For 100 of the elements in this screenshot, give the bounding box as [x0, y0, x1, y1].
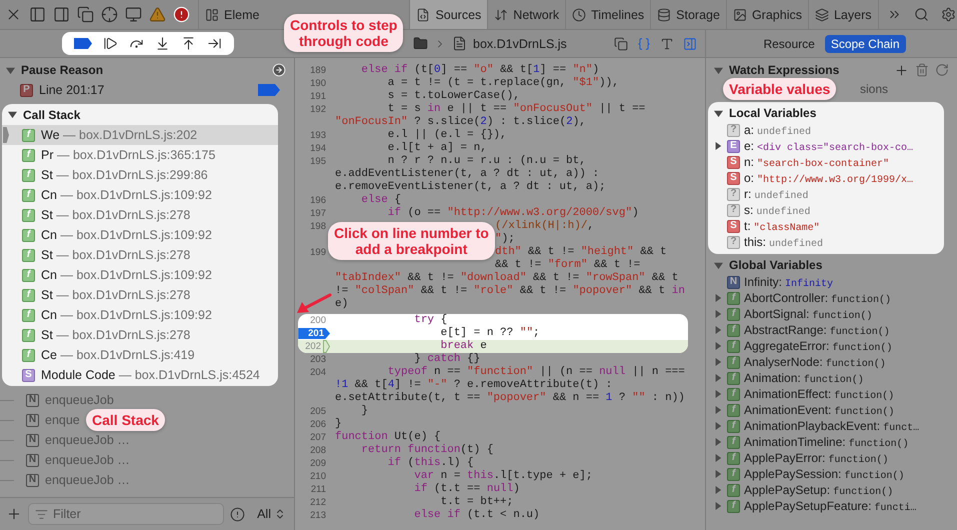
line-number[interactable]: 213: [310, 510, 326, 521]
error-icon[interactable]: [173, 6, 190, 23]
line-number[interactable]: 205: [310, 406, 326, 417]
variable-entry[interactable]: Animation: function(): [744, 370, 864, 386]
variable-entry[interactable]: o: "http://www.w3.org/1999/x…: [744, 170, 914, 186]
tab[interactable]: Eleme: [198, 0, 266, 29]
tab[interactable]: Timelines: [565, 0, 650, 29]
variable-entry[interactable]: t: "className": [744, 218, 820, 234]
variable-entry[interactable]: a: undefined: [744, 122, 812, 138]
call-stack-frame[interactable]: f Pr — box.D1vDrnLS.js:365:175: [2, 145, 278, 165]
tab[interactable]: Layers: [808, 0, 878, 29]
filter-field[interactable]: Filter: [28, 503, 224, 525]
call-stack-frame[interactable]: f We — box.D1vDrnLS.js:202: [2, 125, 278, 145]
variable-entry[interactable]: AnimationEffect: function(): [744, 386, 894, 402]
call-stack-frame[interactable]: f St — box.D1vDrnLS.js:299:86: [2, 165, 278, 185]
step-out-icon[interactable]: [181, 36, 196, 51]
line-number[interactable]: 200: [310, 315, 326, 326]
call-stack-frame[interactable]: f St — box.D1vDrnLS.js:278: [2, 205, 278, 225]
variable-entry[interactable]: ApplePayError: function(): [744, 450, 888, 466]
line-number[interactable]: 204: [310, 367, 326, 378]
delete-icon[interactable]: [915, 63, 929, 77]
line-number[interactable]: 192: [310, 104, 326, 115]
variable-entry[interactable]: Infinity: Infinity: [744, 274, 834, 290]
variable-entry[interactable]: e: <div class="search-box-co…: [744, 138, 914, 154]
disclosure-triangle-icon[interactable]: [8, 110, 17, 119]
variable-entry[interactable]: this: undefined: [744, 234, 824, 250]
tab[interactable]: Network: [487, 0, 566, 29]
pause-location[interactable]: Line 201:17: [39, 83, 252, 97]
variable-entry[interactable]: AbortController: function(): [744, 290, 892, 306]
line-number[interactable]: 195: [310, 156, 326, 167]
refresh-icon[interactable]: [935, 63, 949, 77]
add-icon[interactable]: [6, 506, 22, 522]
search-icon[interactable]: [914, 7, 929, 22]
variable-entry[interactable]: AnalyserNode: function(): [744, 354, 886, 370]
expand-arrow-icon[interactable]: [714, 142, 722, 150]
disclosure-triangle-icon[interactable]: [714, 108, 723, 118]
filter-input[interactable]: Filter: [53, 507, 193, 521]
line-number[interactable]: 198: [310, 221, 326, 232]
variable-entry[interactable]: AnimationPlaybackEvent: funct…: [744, 418, 920, 434]
call-stack-frame[interactable]: f Cn — box.D1vDrnLS.js:109:92: [2, 265, 278, 285]
resume-icon[interactable]: [103, 36, 118, 51]
variable-entry[interactable]: AbortSignal: function(): [744, 306, 872, 322]
line-number[interactable]: 211: [310, 484, 326, 495]
sidebar-tab[interactable]: Scope Chain: [824, 34, 906, 52]
dock-right-icon[interactable]: [53, 6, 70, 23]
step-icon[interactable]: [207, 36, 222, 51]
variable-entry[interactable]: AggregateError: function(): [744, 338, 892, 354]
variable-entry[interactable]: AnimationEvent: function(): [744, 402, 894, 418]
variable-entry[interactable]: ApplePaySetupFeature: functi…: [744, 498, 916, 514]
call-stack-frame[interactable]: f Cn — box.D1vDrnLS.js:109:92: [2, 225, 278, 245]
pages-icon[interactable]: [614, 36, 628, 50]
variable-entry[interactable]: ApplePaySession: function(): [744, 466, 904, 482]
line-number[interactable]: 212: [310, 497, 326, 508]
tab[interactable]: Graphics: [726, 0, 808, 29]
call-stack-frame[interactable]: f St — box.D1vDrnLS.js:278: [2, 285, 278, 305]
windows-icon[interactable]: [77, 6, 94, 23]
variable-entry[interactable]: n: "search-box-container": [744, 154, 890, 170]
line-number[interactable]: 206: [310, 419, 326, 430]
settings-icon[interactable]: [940, 7, 956, 22]
variable-entry[interactable]: AbstractRange: function(): [744, 322, 890, 338]
monitor-icon[interactable]: [125, 6, 142, 23]
scope-select[interactable]: All: [251, 507, 286, 521]
step-into-icon[interactable]: [155, 36, 170, 51]
warning-icon[interactable]: [149, 6, 166, 23]
add-icon[interactable]: [894, 62, 909, 78]
call-stack-frame[interactable]: S Module Code — box.D1vDrnLS.js:4524: [2, 365, 278, 385]
line-number[interactable]: 209: [310, 458, 326, 469]
line-number[interactable]: 207: [310, 432, 326, 443]
breakpoints-toggle-icon[interactable]: [74, 38, 92, 49]
text-icon[interactable]: [660, 36, 674, 50]
line-number[interactable]: 194: [310, 143, 326, 154]
line-number[interactable]: 203: [310, 354, 326, 365]
variable-entry[interactable]: s: undefined: [744, 202, 810, 218]
file-name[interactable]: box.D1vDrnLS.js: [473, 36, 567, 50]
line-number[interactable]: 189: [310, 65, 326, 76]
tab[interactable]: Sources: [409, 0, 488, 29]
exceptions-icon[interactable]: [230, 506, 246, 522]
call-stack-frame[interactable]: f Ce — box.D1vDrnLS.js:419: [2, 345, 278, 365]
breakpoint-marker[interactable]: 201: [298, 328, 330, 339]
type-badge: f: [22, 328, 35, 342]
continue-icon[interactable]: [272, 63, 286, 77]
variable-entry[interactable]: r: undefined: [744, 186, 808, 202]
variable-entry[interactable]: AnimationTimeline: function(): [744, 434, 909, 450]
call-stack-frame[interactable]: f Cn — box.D1vDrnLS.js:109:92: [2, 185, 278, 205]
line-number[interactable]: 196: [310, 195, 326, 206]
dock-left-icon[interactable]: [29, 6, 46, 23]
line-number[interactable]: 191: [310, 91, 326, 102]
call-stack-frame[interactable]: f St — box.D1vDrnLS.js:278: [2, 245, 278, 265]
line-number[interactable]: 210: [310, 471, 326, 482]
crosshair-icon[interactable]: [101, 6, 118, 23]
line-number[interactable]: 193: [310, 130, 326, 141]
call-stack-frame[interactable]: f St — box.D1vDrnLS.js:278: [2, 325, 278, 345]
line-number[interactable]: 199: [310, 247, 326, 258]
line-number[interactable]: 197: [310, 208, 326, 219]
tab[interactable]: Storage: [650, 0, 726, 29]
line-number[interactable]: 190: [310, 78, 326, 89]
call-stack-frame[interactable]: f Cn — box.D1vDrnLS.js:109:92: [2, 305, 278, 325]
line-number[interactable]: 208: [310, 445, 326, 456]
sidebar-tab[interactable]: Resource: [757, 34, 821, 52]
variable-entry[interactable]: ApplePaySetup: function(): [744, 482, 894, 498]
